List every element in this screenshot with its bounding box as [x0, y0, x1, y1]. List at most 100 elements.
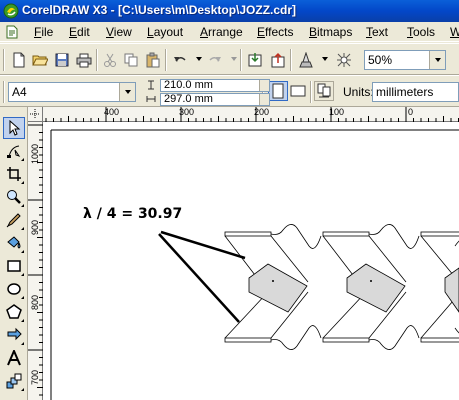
zoom-tool[interactable]	[3, 186, 25, 208]
rectangle-tool-icon	[7, 260, 21, 272]
page-width-field[interactable]: 210.0 mm	[160, 79, 270, 92]
paste-button[interactable]	[143, 50, 163, 70]
page-width-value: 210.0 mm	[164, 79, 213, 91]
units-label: Units:	[343, 85, 374, 99]
menu-tools[interactable]: Tools	[407, 25, 435, 39]
print-button[interactable]	[74, 50, 94, 70]
ruler-label: 100	[329, 107, 345, 117]
undo-button[interactable]	[170, 50, 190, 70]
ruler-label: 300	[179, 107, 195, 117]
flyout-arrow-icon	[21, 388, 24, 391]
ruler-label: 1000	[30, 143, 40, 164]
menu-layout[interactable]: Layout	[147, 25, 183, 39]
crop-tool-icon	[7, 167, 21, 181]
horizontal-ruler[interactable]: 400 300 200 100 0	[28, 107, 459, 122]
cut-icon	[104, 53, 116, 67]
all-pages-icon	[317, 83, 331, 98]
toolbar-grip[interactable]	[3, 49, 5, 71]
page-border	[50, 129, 459, 400]
coreldraw-app-icon[interactable]	[3, 3, 19, 19]
polygon-tool-icon	[6, 304, 22, 319]
open-button[interactable]	[30, 50, 50, 70]
flyout-arrow-icon	[21, 296, 24, 299]
menu-window[interactable]: W	[450, 25, 459, 39]
menu-effects[interactable]: Effects	[257, 25, 293, 39]
portrait-icon	[272, 83, 284, 99]
launcher-dropdown-icon[interactable]	[322, 57, 328, 61]
ellipse-tool-icon	[7, 283, 21, 295]
text-tool[interactable]	[3, 347, 25, 369]
flyout-arrow-icon	[21, 204, 24, 207]
basic-shapes-tool[interactable]	[3, 324, 25, 346]
polygon-tool[interactable]	[3, 301, 25, 323]
window-title: CorelDRAW X3 - [C:\Users\m\Desktop\JOZZ.…	[22, 3, 297, 17]
copy-icon	[124, 53, 138, 67]
open-folder-icon	[32, 55, 48, 66]
ruler-label: 700	[30, 369, 40, 385]
toolbar-grip[interactable]	[3, 81, 5, 103]
flyout-arrow-icon	[21, 250, 24, 253]
toolbar-separator	[240, 49, 242, 71]
ruler-origin-corner[interactable]	[28, 107, 43, 122]
landscape-button[interactable]	[288, 81, 308, 101]
width-spinner-icon[interactable]	[259, 80, 269, 91]
toolbar-separator	[310, 81, 312, 103]
interactive-blend-tool-icon	[6, 373, 22, 389]
portrait-button[interactable]	[268, 81, 288, 101]
title-bar: CorelDRAW X3 - [C:\Users\m\Desktop\JOZZ.…	[0, 0, 459, 22]
export-icon	[271, 52, 285, 68]
new-button[interactable]	[9, 50, 29, 70]
flyout-arrow-icon	[21, 227, 24, 230]
freehand-tool-icon	[6, 213, 21, 228]
chevron-down-icon[interactable]	[429, 51, 445, 69]
drawing-canvas[interactable]: λ / 4 = 30.97	[43, 122, 459, 400]
pick-tool[interactable]	[3, 117, 25, 139]
ellipse-tool[interactable]	[3, 278, 25, 300]
interactive-blend-tool[interactable]	[3, 370, 25, 392]
save-icon	[55, 53, 69, 67]
undo-dropdown-icon[interactable]	[196, 57, 202, 61]
ruler-label: 800	[30, 294, 40, 310]
page-height-value: 297.0 mm	[164, 93, 213, 105]
export-button[interactable]	[268, 50, 288, 70]
menu-arrange[interactable]: Arrange	[200, 25, 243, 39]
cut-button[interactable]	[100, 50, 120, 70]
menu-bitmaps[interactable]: Bitmaps	[309, 25, 352, 39]
basic-shapes-tool-icon	[7, 327, 22, 341]
all-pages-button[interactable]	[314, 81, 334, 101]
freehand-tool[interactable]	[3, 209, 25, 231]
smart-fill-tool[interactable]	[3, 232, 25, 254]
application-launcher-button[interactable]	[296, 50, 316, 70]
menu-edit[interactable]: Edit	[69, 25, 90, 39]
page-height-field[interactable]: 297.0 mm	[160, 93, 270, 106]
paste-icon	[146, 52, 160, 68]
corel-online-button[interactable]	[334, 50, 354, 70]
height-spinner-icon[interactable]	[259, 94, 269, 105]
page-height-icon	[146, 96, 156, 102]
paper-type-combo[interactable]: A4	[8, 82, 136, 102]
menu-text[interactable]: Text	[366, 25, 388, 39]
landscape-icon	[290, 85, 306, 97]
crop-tool[interactable]	[3, 163, 25, 185]
units-combo[interactable]: millimeters	[372, 82, 459, 102]
flyout-arrow-icon	[21, 273, 24, 276]
copy-button[interactable]	[121, 50, 141, 70]
document-icon[interactable]	[6, 25, 18, 39]
menu-view[interactable]: View	[106, 25, 132, 39]
pick-tool-icon	[9, 120, 21, 136]
redo-button[interactable]	[205, 50, 225, 70]
shape-tool[interactable]	[3, 140, 25, 162]
corel-online-icon	[337, 53, 351, 67]
coreldraw-window: CorelDRAW X3 - [C:\Users\m\Desktop\JOZZ.…	[0, 0, 459, 400]
vertical-ruler[interactable]: 1000 900 800 700	[28, 122, 43, 400]
rectangle-tool[interactable]	[3, 255, 25, 277]
import-button[interactable]	[245, 50, 265, 70]
redo-dropdown-icon[interactable]	[231, 57, 237, 61]
save-button[interactable]	[52, 50, 72, 70]
toolbar-separator	[165, 49, 167, 71]
flyout-arrow-icon	[21, 158, 24, 161]
ruler-label: 900	[30, 219, 40, 235]
menu-file[interactable]: File	[34, 25, 53, 39]
zoom-levels-combo[interactable]: 50%	[364, 50, 446, 70]
chevron-down-icon[interactable]	[119, 83, 135, 101]
